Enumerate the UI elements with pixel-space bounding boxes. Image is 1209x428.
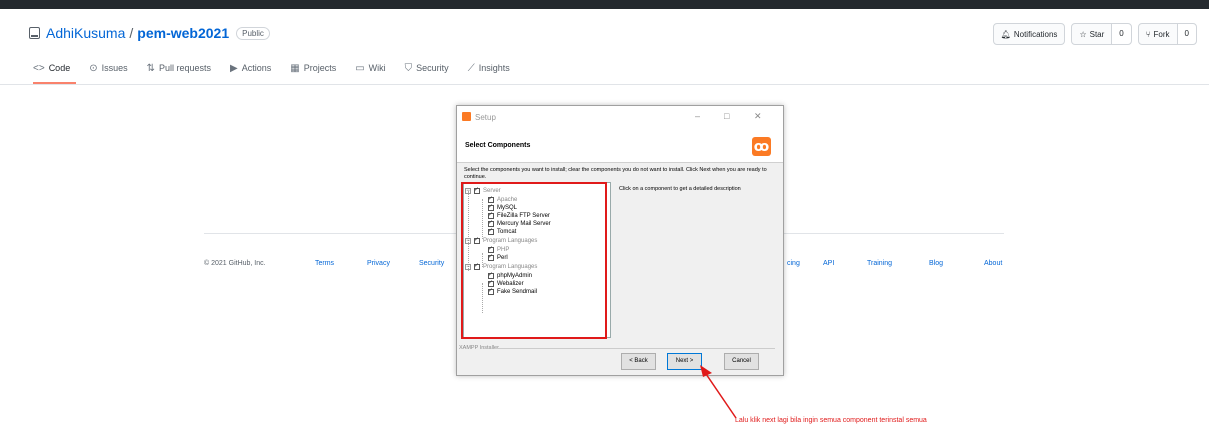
repo-name-link[interactable]: pem-web2021 [137, 25, 229, 41]
tab-insights[interactable]: ⟋ Insights [468, 58, 510, 78]
tab-label: Actions [241, 63, 272, 73]
issue-icon: ⊙ [89, 62, 98, 74]
installer-label: XAMPP Installer [459, 345, 499, 351]
next-button[interactable]: Next > [667, 353, 702, 370]
repo-header: AdhiKusuma / pem-web2021 Public [29, 23, 270, 43]
footer-link-privacy[interactable]: Privacy [367, 260, 390, 267]
fork-count: 0 [1176, 24, 1196, 44]
tab-actions[interactable]: ▶ Actions [230, 58, 271, 78]
xampp-small-icon [462, 112, 471, 121]
repo-tabs: <> Code ⊙ Issues ⇅ Pull requests ▶ Actions ▦… [33, 58, 529, 78]
footer-copyright: © 2021 GitHub, Inc. [204, 260, 266, 267]
star-button[interactable]: ☆ Star 0 [1071, 23, 1132, 45]
repo-owner-link[interactable]: AdhiKusuma [46, 25, 125, 41]
arrow-line [703, 370, 737, 419]
tab-code[interactable]: <> Code [33, 58, 70, 78]
pull-request-icon: ⇅ [146, 62, 155, 74]
star-label: Star [1089, 29, 1105, 39]
repo-separator: / [129, 25, 134, 41]
dialog-title-bar: Setup – □ ✕ [457, 106, 783, 128]
footer-link-about[interactable]: About [984, 260, 1002, 267]
notifications-button[interactable]: 🔔︎ Notifications [992, 23, 1066, 45]
dialog-heading: Select Components [465, 142, 531, 149]
description-hint: Click on a component to get a detailed d… [619, 186, 741, 192]
visibility-badge: Public [236, 26, 270, 40]
shield-icon: ⛉ [404, 62, 413, 74]
footer-link-api[interactable]: API [823, 260, 834, 267]
xampp-logo-icon: ꝏ [752, 137, 771, 156]
close-button[interactable]: ✕ [754, 111, 762, 122]
tab-label: Issues [101, 63, 128, 73]
footer-link-terms[interactable]: Terms [315, 260, 334, 267]
tab-label: Projects [303, 63, 337, 73]
fork-button[interactable]: ⑂ Fork 0 [1137, 23, 1197, 45]
notifications-label: Notifications [1013, 29, 1058, 39]
tab-wiki[interactable]: ▭ Wiki [355, 58, 385, 78]
bell-icon: 🔔︎ [1000, 29, 1011, 39]
repo-header-actions: 🔔︎ Notifications ☆ Star 0 ⑂ Fork 0 [992, 23, 1197, 45]
minimize-button[interactable]: – [695, 111, 700, 121]
tab-security[interactable]: ⛉ Security [405, 58, 449, 78]
star-icon: ☆ [1079, 29, 1087, 39]
footer-link-training[interactable]: Training [867, 260, 892, 267]
tab-label: Code [48, 63, 71, 73]
cancel-button[interactable]: Cancel [724, 353, 759, 370]
dialog-header: Select Components ꝏ [457, 128, 783, 163]
project-icon: ▦ [290, 62, 300, 74]
repo-icon [29, 27, 40, 39]
tab-label: Pull requests [159, 63, 212, 73]
tab-label: Security [416, 63, 449, 73]
tab-label: Insights [478, 63, 510, 73]
back-button[interactable]: < Back [621, 353, 656, 370]
tabs-divider [0, 84, 1209, 85]
dialog-instructions: Select the components you want to instal… [464, 167, 767, 180]
footer-link-pricing[interactable]: cing [787, 260, 800, 267]
footer-link-security[interactable]: Security [419, 260, 444, 267]
maximize-button[interactable]: □ [724, 111, 729, 121]
dialog-title: Setup [475, 113, 496, 122]
tab-pull-requests[interactable]: ⇅ Pull requests [147, 58, 211, 78]
top-bar [0, 0, 1209, 9]
tab-projects[interactable]: ▦ Projects [290, 58, 336, 78]
tab-issues[interactable]: ⊙ Issues [89, 58, 127, 78]
star-count: 0 [1111, 24, 1131, 44]
code-icon: <> [33, 62, 45, 74]
graph-icon: ⟋ [467, 62, 475, 74]
fork-icon: ⑂ [1145, 29, 1151, 39]
footer-link-blog[interactable]: Blog [929, 260, 943, 267]
annotation-note: Lalu klik next lagi bila ingin semua com… [735, 417, 927, 424]
tab-label: Wiki [368, 63, 386, 73]
book-icon: ▭ [355, 62, 365, 74]
play-icon: ▶ [230, 62, 238, 74]
highlight-box [461, 182, 607, 339]
installer-divider [495, 348, 775, 349]
setup-dialog: Setup – □ ✕ Select Components ꝏ Select t… [456, 105, 784, 376]
fork-label: Fork [1153, 29, 1170, 39]
